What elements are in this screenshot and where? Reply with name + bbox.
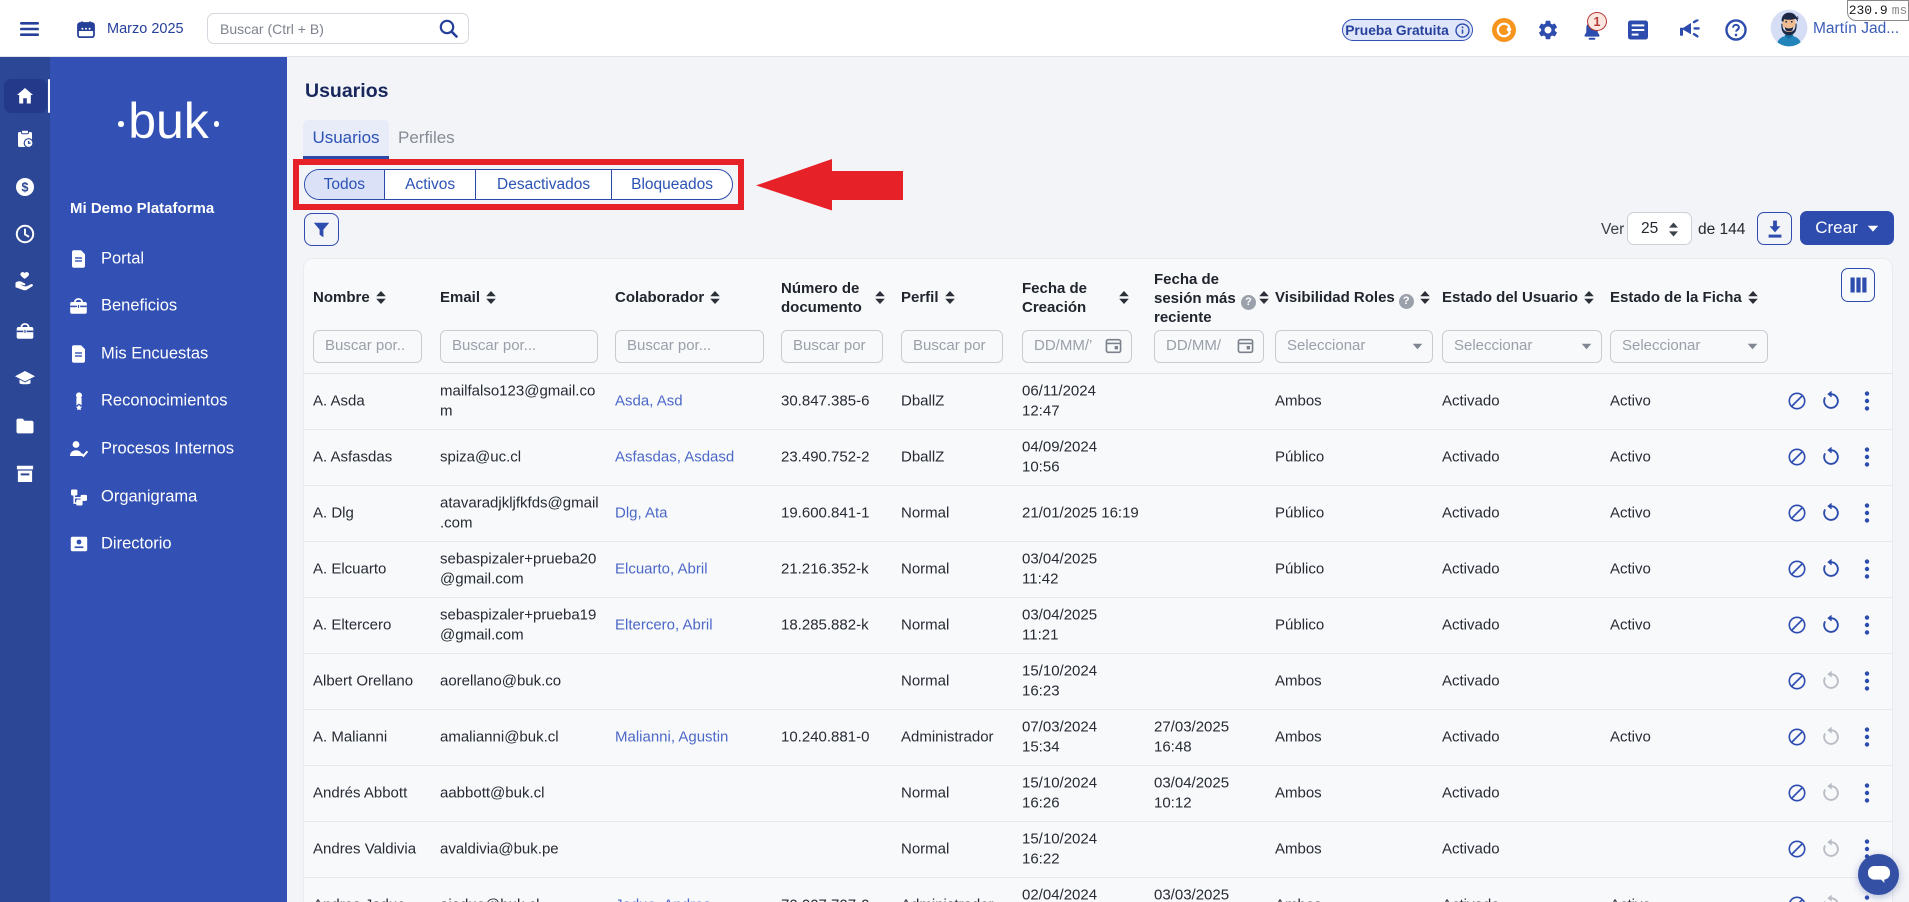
svg-text:$: $ bbox=[22, 180, 29, 194]
